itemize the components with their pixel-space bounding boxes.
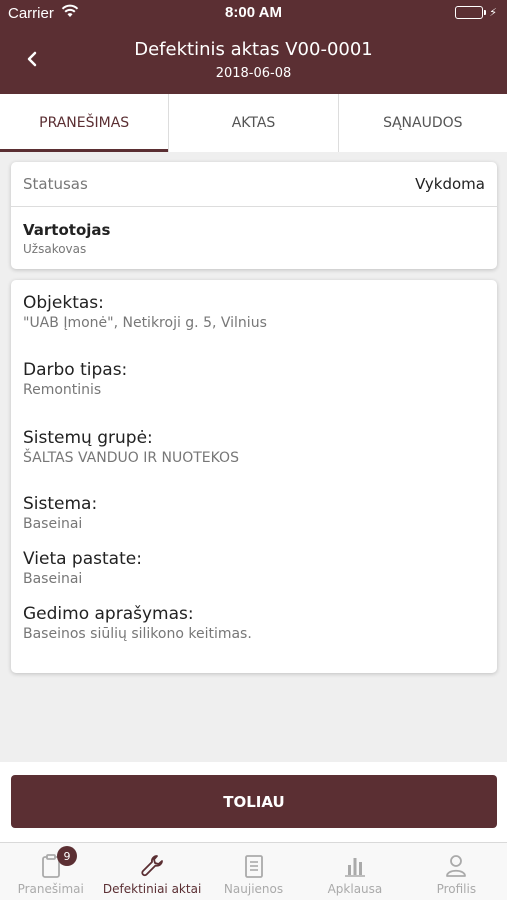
- segment-tabs: PRANEŠIMAS AKTAS SĄNAUDOS: [0, 94, 507, 152]
- tabbar-item-apklausa[interactable]: Apklausa: [304, 843, 405, 900]
- detail-value: Baseinai: [23, 571, 83, 587]
- tabbar-label: Defektiniai aktai: [102, 882, 202, 896]
- news-icon: [244, 855, 263, 878]
- tabbar-label: Profilis: [436, 882, 477, 896]
- tabbar-label: Naujienos: [223, 882, 284, 896]
- page-title: Defektinis aktas V00-0001: [134, 39, 373, 60]
- battery-icon: ⚡: [455, 6, 497, 19]
- tabbar-item-pranesimai[interactable]: 9 Pranešimai: [0, 843, 101, 900]
- detail-work-type: Darbo tipas: Remontinis: [23, 360, 127, 398]
- clock: 8:00 AM: [225, 4, 282, 21]
- next-button[interactable]: TOLIAU: [11, 775, 497, 828]
- tabbar-item-defektiniai-aktai[interactable]: Defektiniai aktai: [101, 843, 202, 900]
- tab-aktas[interactable]: AKTAS: [169, 94, 339, 152]
- tabbar-label: Pranešimai: [17, 882, 84, 896]
- tabbar-item-profilis[interactable]: Profilis: [406, 843, 507, 900]
- details-card: Objektas: "UAB Įmonė", Netikroji g. 5, V…: [11, 280, 497, 673]
- footer-area: TOLIAU: [0, 762, 507, 842]
- status-label: Statusas: [23, 175, 88, 193]
- status-row: Statusas Vykdoma: [11, 162, 497, 207]
- status-card: Statusas Vykdoma Vartotojas Užsakovas: [11, 162, 497, 269]
- detail-location: Vieta pastate: Baseinai: [23, 549, 142, 587]
- detail-label: Vieta pastate:: [23, 549, 142, 569]
- detail-label: Sistemų grupė:: [23, 428, 153, 448]
- user-icon: [446, 855, 467, 877]
- detail-object: Objektas: "UAB Įmonė", Netikroji g. 5, V…: [23, 293, 267, 331]
- detail-value: Remontinis: [23, 382, 102, 398]
- detail-label: Darbo tipas:: [23, 360, 128, 380]
- tabbar-item-naujienos[interactable]: Naujienos: [203, 843, 304, 900]
- detail-fault-description: Gedimo aprašymas: Baseinos siūlių siliko…: [23, 604, 252, 642]
- notification-badge: 9: [57, 846, 77, 866]
- status-value: Vykdoma: [415, 175, 485, 193]
- tab-sanaudos[interactable]: SĄNAUDOS: [339, 94, 507, 152]
- user-title: Vartotojas: [23, 221, 111, 239]
- tabbar-label: Apklausa: [327, 882, 383, 896]
- bar-chart-icon: [344, 858, 365, 877]
- tab-bar: 9 Pranešimai Defektiniai aktai Naujienos…: [0, 842, 507, 900]
- detail-label: Gedimo aprašymas:: [23, 604, 194, 624]
- user-role: Užsakovas: [23, 242, 87, 256]
- user-row: Vartotojas Užsakovas: [11, 207, 497, 256]
- detail-system-group: Sistemų grupė: ŠALTAS VANDUO IR NUOTEKOS: [23, 428, 239, 466]
- detail-system: Sistema: Baseinai: [23, 494, 97, 532]
- page-date: 2018-06-08: [215, 66, 292, 81]
- wrench-icon: [141, 855, 164, 877]
- detail-label: Sistema:: [23, 494, 98, 514]
- detail-value: "UAB Įmonė", Netikroji g. 5, Vilnius: [23, 315, 267, 331]
- detail-label: Objektas:: [23, 293, 104, 313]
- tab-pranesimas[interactable]: PRANEŠIMAS: [0, 94, 170, 152]
- status-bar: Carrier 8:00 AM ⚡: [0, 0, 507, 26]
- navigation-bar: Defektinis aktas V00-0001 2018-06-08: [0, 26, 507, 94]
- detail-value: Baseinos siūlių silikono keitimas.: [23, 626, 252, 642]
- detail-value: Baseinai: [23, 516, 83, 532]
- detail-value: ŠALTAS VANDUO IR NUOTEKOS: [23, 450, 239, 466]
